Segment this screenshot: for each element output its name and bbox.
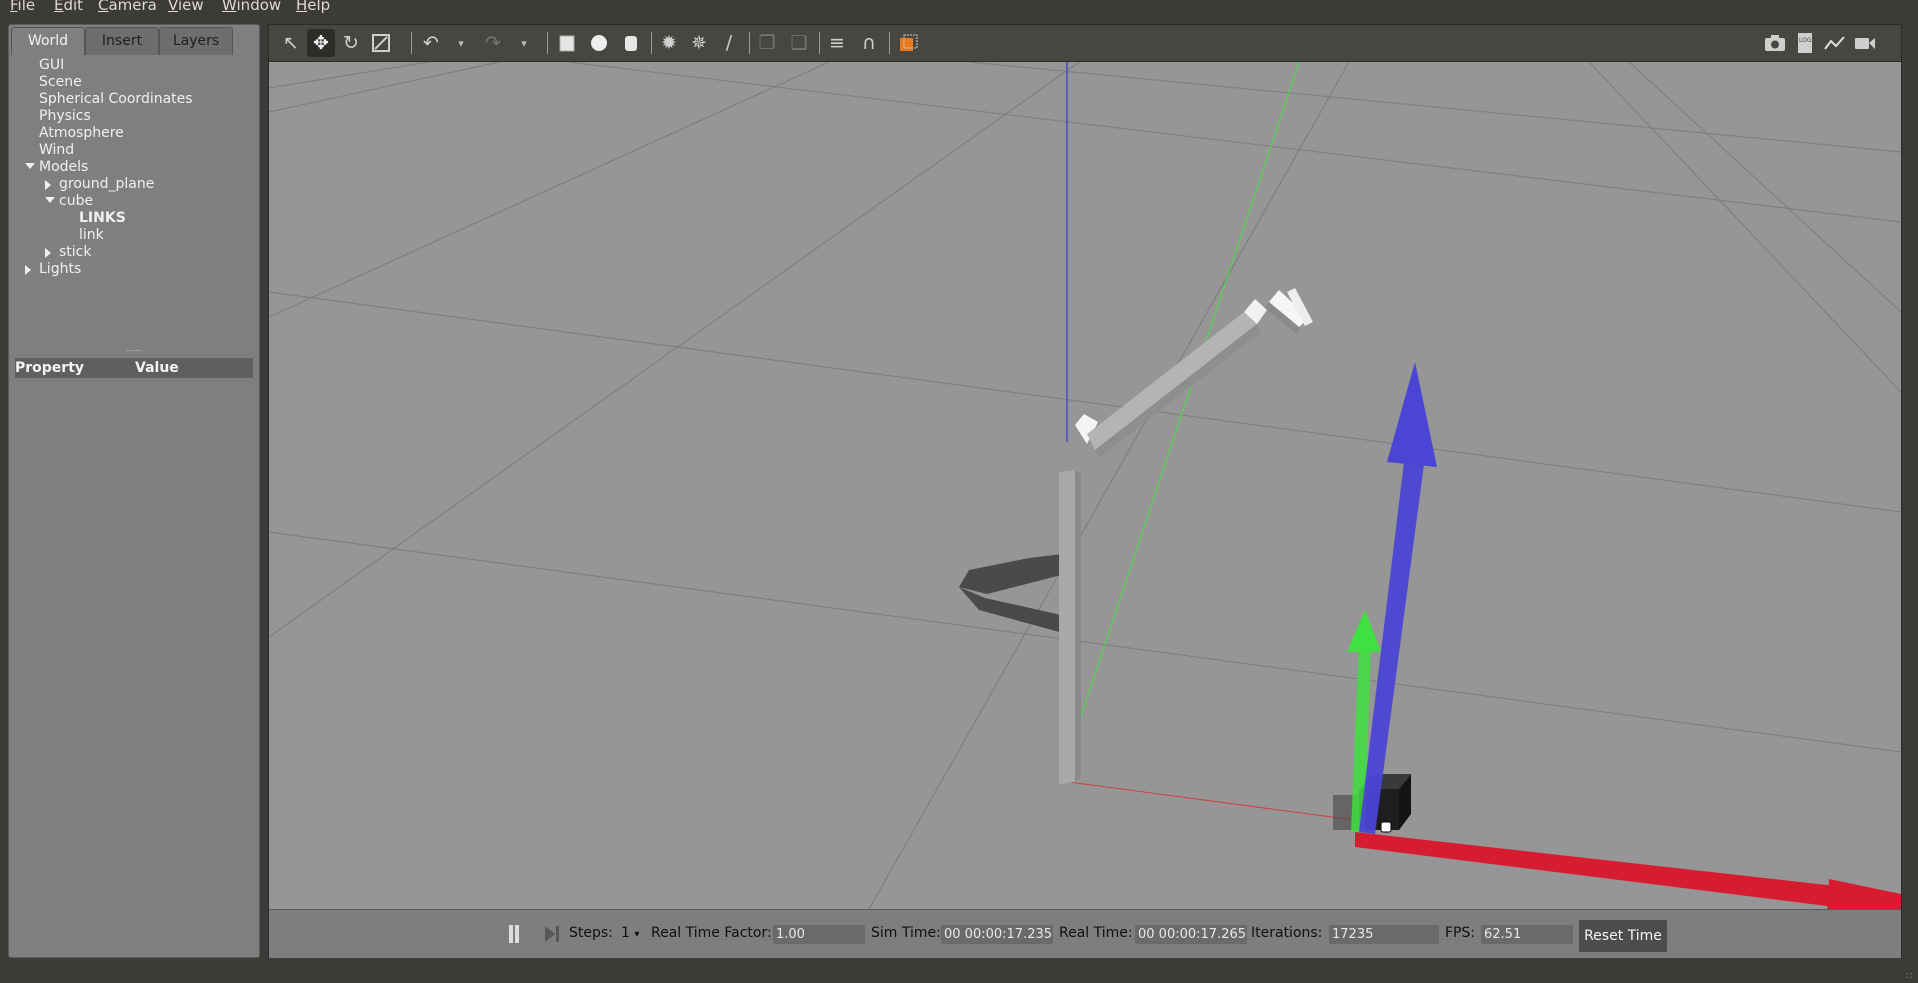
tab-world[interactable]: World	[11, 27, 85, 55]
snap-magnet-icon[interactable]: ∩	[855, 29, 883, 57]
tree-item-label: Lights	[39, 261, 82, 277]
spot-light-icon[interactable]: ✵	[685, 29, 713, 57]
main-frame: ↖ ✥ ↻ ↶ ▾ ↷ ▾ ✹ ✵ ∕ ❐ ❑ ≡ ∩ LOG Steps: 1…	[268, 24, 1902, 958]
collapse-arrow-icon[interactable]	[45, 197, 55, 203]
menu-file[interactable]: File	[10, 0, 35, 14]
3d-viewport[interactable]	[269, 62, 1901, 909]
tab-layers[interactable]: Layers	[159, 27, 233, 55]
collapse-arrow-icon[interactable]	[25, 163, 35, 169]
step-icon[interactable]	[545, 926, 561, 942]
menu-camera[interactable]: Camera	[98, 0, 157, 14]
menu-window[interactable]: Window	[222, 0, 281, 14]
value-column-header: Value	[135, 360, 179, 376]
point-light-icon[interactable]: ✹	[655, 29, 683, 57]
expand-arrow-icon[interactable]	[25, 265, 31, 275]
tree-item-label: stick	[59, 244, 92, 260]
screenshot-icon[interactable]	[1761, 29, 1789, 57]
fps-label: FPS:	[1445, 925, 1476, 941]
tree-item-label: GUI	[39, 57, 65, 73]
property-column-header: Property	[15, 360, 85, 376]
expand-arrow-icon[interactable]	[45, 248, 51, 258]
tree-item-label: cube	[59, 193, 94, 209]
tree-item-label: ground_plane	[59, 176, 155, 192]
svg-text:LOG: LOG	[1799, 37, 1812, 44]
reset-time-button[interactable]: Reset Time	[1579, 920, 1667, 952]
undo-history-dropdown[interactable]: ▾	[454, 29, 468, 57]
steps-value[interactable]: 1 ▾	[621, 925, 639, 941]
tree-item-label: LINKS	[79, 210, 126, 226]
real-time-field: 00 00:00:17.265	[1135, 925, 1247, 944]
sim-time-field: 00 00:00:17.235	[941, 925, 1053, 944]
menu-edit[interactable]: Edit	[54, 0, 83, 14]
menu-view[interactable]: View	[168, 0, 204, 14]
paste-icon[interactable]: ❑	[785, 29, 813, 57]
plot-icon[interactable]	[1821, 29, 1849, 57]
fps-field: 62.51	[1481, 925, 1573, 944]
menu-bar: File Edit Camera View Window Help	[0, 0, 1918, 16]
undo-icon[interactable]: ↶	[417, 29, 445, 57]
real-time-factor-label: Real Time Factor:	[651, 925, 772, 941]
property-header: Property Value	[15, 358, 253, 378]
redo-icon[interactable]: ↷	[479, 29, 507, 57]
cylinder-icon[interactable]	[617, 29, 645, 57]
tree-item-label: Physics	[39, 108, 91, 124]
select-arrow-icon[interactable]: ↖	[277, 29, 305, 57]
scale-icon[interactable]	[367, 29, 395, 57]
log-icon[interactable]: LOG	[1791, 29, 1819, 57]
tree-item-label: Scene	[39, 74, 82, 90]
tree-item-label: Wind	[39, 142, 75, 158]
copy-icon[interactable]: ❐	[753, 29, 781, 57]
tree-item-label: link	[79, 227, 104, 243]
real-time-factor-field: 1.00	[773, 925, 865, 944]
sim-time-label: Sim Time:	[871, 925, 941, 941]
box-icon[interactable]	[553, 29, 581, 57]
expand-arrow-icon[interactable]	[45, 180, 51, 190]
resize-grip-icon[interactable]: ∷	[1906, 971, 1918, 983]
left-panel: World Insert Layers GUI Scene Spherical Co…	[8, 24, 260, 958]
tab-insert[interactable]: Insert	[85, 27, 159, 55]
iterations-label: Iterations:	[1251, 925, 1323, 941]
sphere-icon[interactable]	[585, 29, 613, 57]
steps-label: Steps:	[569, 925, 613, 941]
iterations-field: 17235	[1329, 925, 1439, 944]
tree-item-label: Atmosphere	[39, 125, 124, 141]
redo-history-dropdown[interactable]: ▾	[517, 29, 531, 57]
tree-item-label: Spherical Coordinates	[39, 91, 193, 107]
scene-render[interactable]	[269, 62, 1901, 909]
align-icon[interactable]: ≡	[823, 29, 851, 57]
rotate-icon[interactable]: ↻	[337, 29, 365, 57]
menu-help[interactable]: Help	[296, 0, 330, 14]
video-icon[interactable]	[1851, 29, 1879, 57]
view-angle-icon[interactable]	[895, 29, 923, 57]
status-bar: Steps: 1 ▾ Real Time Factor: 1.00 Sim Ti…	[269, 909, 1901, 958]
pause-icon[interactable]	[507, 925, 521, 943]
directional-light-icon[interactable]: ∕	[715, 29, 743, 57]
translate-icon[interactable]: ✥	[307, 29, 335, 57]
panel-splitter[interactable]	[127, 350, 141, 354]
tree-item-label: Models	[39, 159, 89, 175]
real-time-label: Real Time:	[1059, 925, 1133, 941]
toolbar: ↖ ✥ ↻ ↶ ▾ ↷ ▾ ✹ ✵ ∕ ❐ ❑ ≡ ∩ LOG	[269, 25, 1901, 62]
